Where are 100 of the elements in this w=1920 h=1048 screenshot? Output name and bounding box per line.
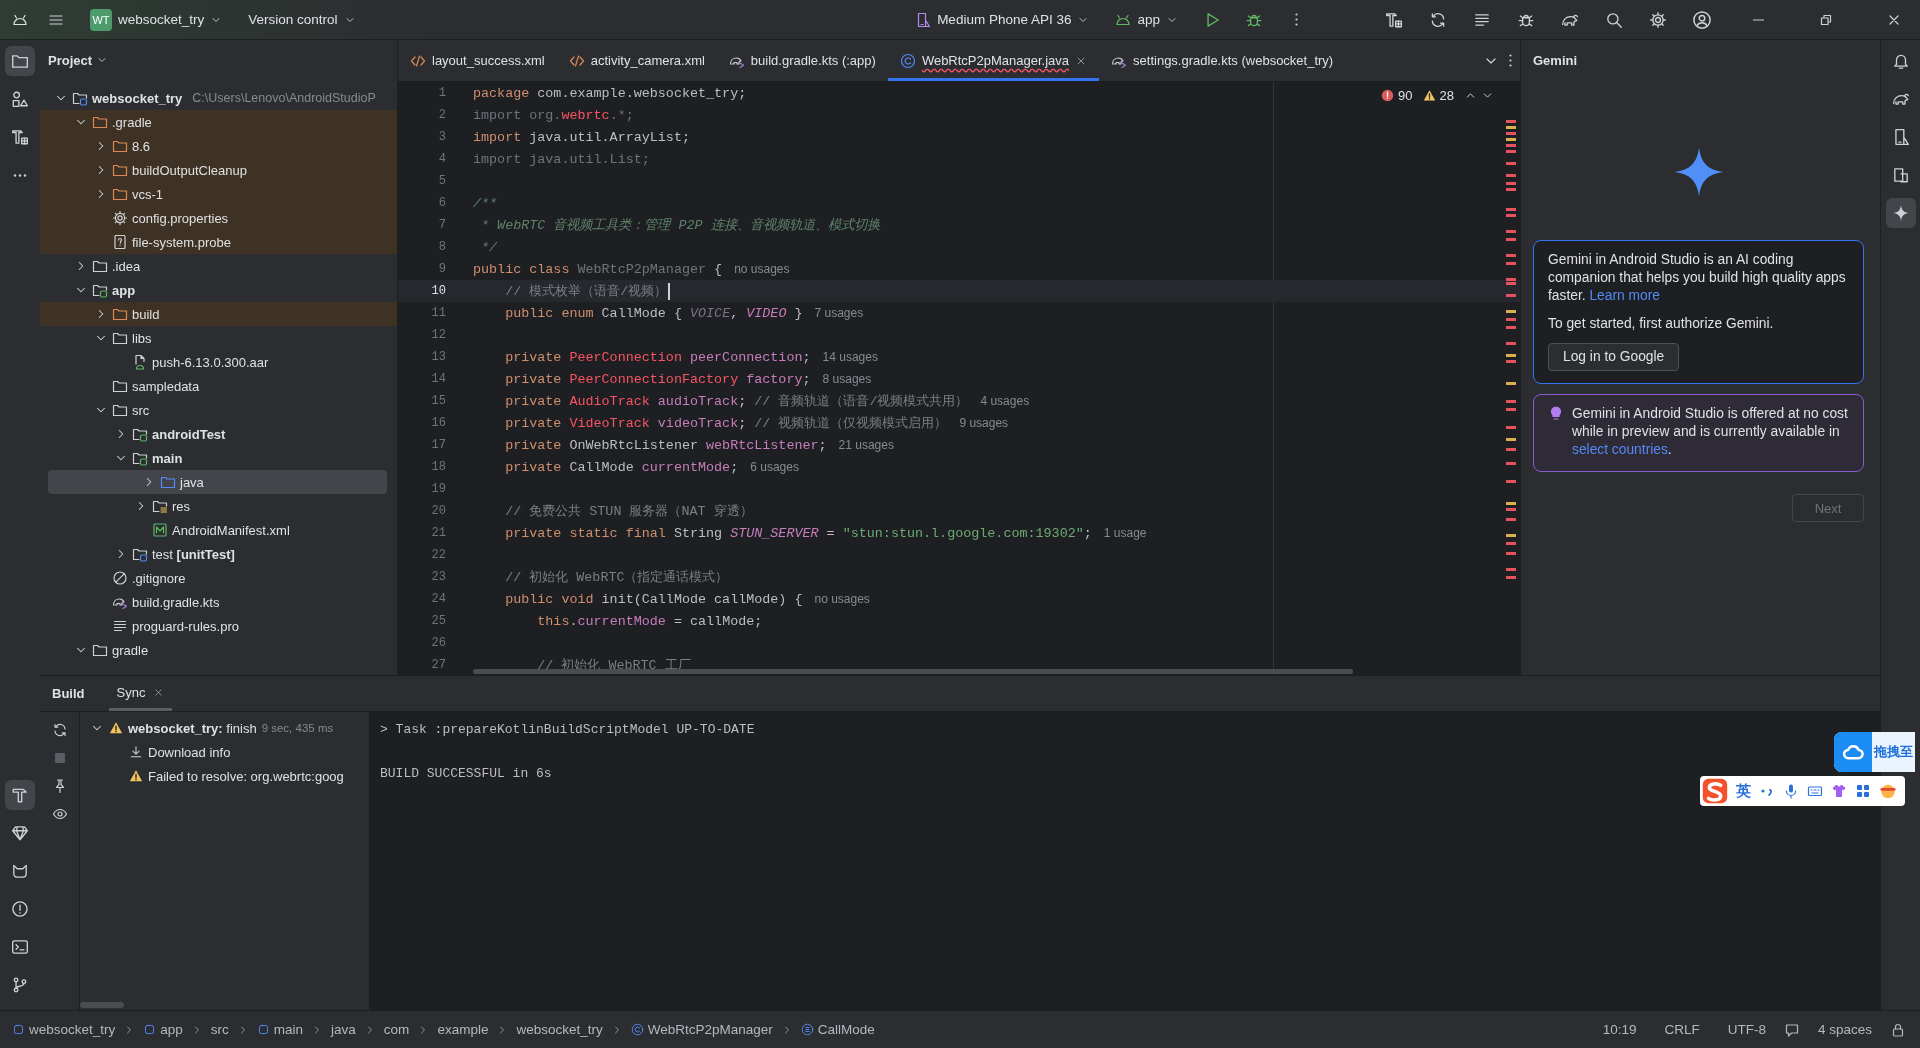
refresh-icon [1429, 10, 1447, 29]
tree-item[interactable]: build.gradle.kts [40, 590, 397, 614]
editor-tab[interactable]: layout_success.xml [398, 40, 557, 81]
tree-item[interactable]: build [40, 302, 397, 326]
code-line: private AudioTrack audioTrack; // 音频轨道（语音/视频模式共用） [504, 393, 969, 410]
usage-hint[interactable]: no usages [734, 262, 790, 276]
editor-tab[interactable]: settings.gradle.kts (websocket_try) [1099, 40, 1346, 81]
line-separator[interactable]: CRLF [1664, 1022, 1700, 1037]
tree-item[interactable]: config.properties [40, 206, 397, 230]
usage-hint[interactable]: 21 usages [838, 438, 894, 452]
indent-setting[interactable]: 4 spaces [1817, 1022, 1872, 1037]
tree-item[interactable]: app [40, 278, 397, 302]
microphone-icon[interactable] [1783, 783, 1799, 799]
horizontal-scrollbar[interactable] [80, 1002, 124, 1008]
drag-pill[interactable]: 拖拽至 [1834, 732, 1915, 772]
usage-hint[interactable]: 8 usages [822, 372, 872, 386]
build-tree-item[interactable]: websocket_try: finish 9 sec, 435 ms [80, 716, 369, 740]
select-countries-link[interactable]: select countries [1572, 442, 1668, 457]
tree-item[interactable]: java [48, 470, 387, 494]
tree-item[interactable]: vcs-1 [40, 182, 397, 206]
editor-tab[interactable]: WebRtcP2pManager.java [887, 40, 1100, 81]
breadcrumb[interactable]: java [331, 1022, 356, 1037]
tree-item[interactable]: gradle [40, 638, 397, 662]
shirt-icon[interactable] [1831, 783, 1847, 799]
breadcrumb[interactable]: CallMode [800, 1022, 875, 1037]
tree-item[interactable]: .idea [40, 254, 397, 278]
folder-icon [112, 162, 128, 178]
file-encoding[interactable]: UTF-8 [1727, 1022, 1766, 1037]
breadcrumb[interactable]: websocket_try [12, 1022, 116, 1037]
breadcrumb[interactable]: main [256, 1022, 304, 1037]
code-line: * WebRTC 音视频工具类：管理 P2P 连接、音视频轨道、模式切换 [480, 217, 880, 234]
authorize-text: To get started, first authorize Gemini. [1548, 315, 1775, 333]
tree-item[interactable]: test [unitTest] [40, 542, 397, 566]
build-tree-item[interactable]: Download info [80, 740, 369, 764]
usage-hint[interactable]: 14 usages [822, 350, 878, 364]
editor-tab[interactable]: activity_camera.xml [556, 40, 717, 81]
run-config-selector[interactable]: app [1109, 4, 1184, 35]
tree-item[interactable]: src [40, 398, 397, 422]
tree-item[interactable]: main [40, 446, 397, 470]
minimize-icon [1752, 18, 1764, 21]
line-number: 14 [430, 372, 447, 386]
device-selector[interactable]: Medium Phone API 36 [909, 4, 1096, 35]
project-path-text: C:\Users\Lenovo\AndroidStudioP [192, 91, 376, 105]
tree-item[interactable]: .gradle [40, 110, 397, 134]
usage-hint[interactable]: 9 usages [959, 416, 1009, 430]
breadcrumb[interactable]: app [143, 1022, 183, 1037]
breadcrumb[interactable]: WebRtcP2pManager [630, 1022, 773, 1037]
login-button[interactable]: Log in to Google [1548, 343, 1680, 371]
module-folder-icon [132, 426, 148, 442]
tool-window-button[interactable] [5, 780, 35, 810]
usage-hint[interactable]: 7 usages [814, 306, 864, 320]
usage-hint[interactable]: 1 usage [1103, 526, 1147, 540]
input-mode-toggle[interactable]: 英 [1736, 781, 1751, 801]
horizontal-scrollbar[interactable] [473, 669, 1353, 674]
tree-item[interactable]: file-system.probe [40, 230, 397, 254]
tree-item[interactable]: res [40, 494, 397, 518]
breadcrumb[interactable]: example [437, 1022, 489, 1037]
tree-item[interactable]: proguard-rules.pro [40, 614, 397, 638]
grid-icon[interactable] [1855, 783, 1871, 799]
panel-tab[interactable]: Sync [108, 676, 173, 711]
recent-projects-dropdown[interactable]: WT websocket_try [84, 4, 229, 35]
caret-position[interactable]: 10:19 [1602, 1022, 1637, 1037]
line-number: 19 [430, 482, 447, 496]
more-icon [1294, 13, 1298, 26]
keyboard-icon[interactable] [1807, 783, 1823, 799]
tool-window-button[interactable] [5, 46, 35, 76]
tree-item[interactable]: 8.6 [40, 134, 397, 158]
cat-icon [11, 862, 29, 880]
breadcrumb[interactable]: com [383, 1022, 410, 1037]
tree-item[interactable]: androidTest [40, 422, 397, 446]
more-icon[interactable] [1509, 54, 1512, 67]
manifest-file-icon [152, 522, 168, 538]
line-number: 24 [430, 592, 447, 606]
learn-more-link[interactable]: Learn more [1589, 288, 1660, 303]
tree-item[interactable]: .gitignore [40, 566, 397, 590]
comment-icon[interactable] [1783, 1021, 1800, 1038]
tree-item[interactable]: libs [40, 326, 397, 350]
build-tree-item[interactable]: Failed to resolve: org.webrtc:goog [80, 764, 369, 788]
vcs-selector[interactable]: Version control [242, 4, 362, 35]
tree-item[interactable]: AndroidManifest.xml [40, 518, 397, 542]
tree-item[interactable]: websocket_try C:\Users\Lenovo\AndroidStudioP [40, 86, 397, 110]
code-line: private PeerConnection peerConnection; [504, 349, 811, 365]
tree-item[interactable]: push-6.13.0.300.aar [40, 350, 397, 374]
notice-text: Gemini in Android Studio is offered at no cost while in preview and is currently available in select countries. [1572, 405, 1849, 459]
question-file-icon [112, 234, 128, 250]
tree-item[interactable]: sampledata [40, 374, 397, 398]
enum-icon [800, 1023, 814, 1036]
project-view-selector[interactable]: Project [48, 52, 109, 68]
usage-hint[interactable]: no usages [814, 592, 870, 606]
usage-hint[interactable]: 4 usages [980, 394, 1030, 408]
breadcrumb[interactable]: websocket_try [516, 1022, 603, 1037]
branch-icon [11, 976, 29, 994]
editor-tab[interactable]: build.gradle.kts (:app) [716, 40, 888, 81]
close-icon[interactable] [153, 686, 165, 698]
line-number: 7 [437, 218, 447, 232]
lock-icon[interactable] [1890, 1021, 1906, 1038]
tree-item[interactable]: buildOutputCleanup [40, 158, 397, 182]
tool-window-button[interactable] [1885, 198, 1916, 228]
breadcrumb[interactable]: src [210, 1022, 229, 1037]
usage-hint[interactable]: 6 usages [750, 460, 799, 474]
